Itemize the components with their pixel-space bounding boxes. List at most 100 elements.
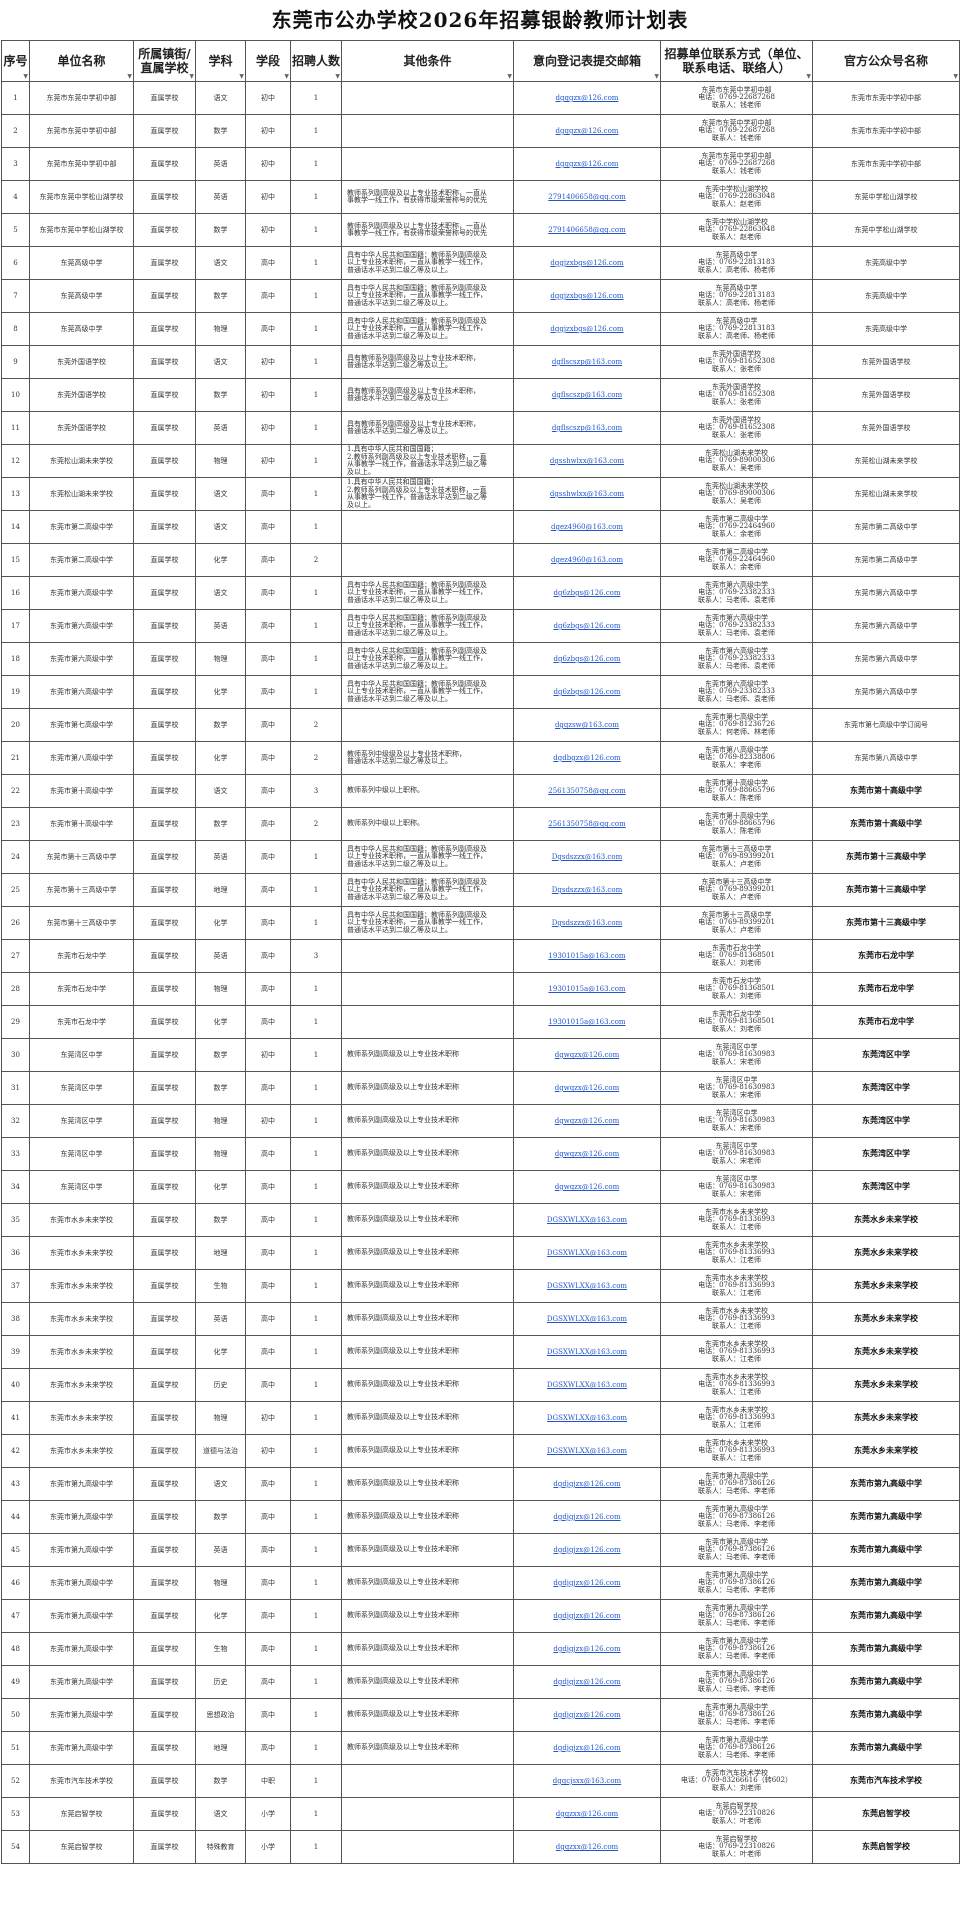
- cell-contact[interactable]: 东莞市水乡未来学校 电话：0769-81336993 联系人：江老师: [660, 1401, 813, 1435]
- cell-belong[interactable]: 直属学校: [133, 1071, 196, 1105]
- cell-num[interactable]: 1: [290, 1137, 342, 1171]
- cell-subject[interactable]: 物理: [195, 1137, 246, 1171]
- cell-num[interactable]: 2: [290, 741, 342, 775]
- cell-num[interactable]: 1: [290, 1533, 342, 1567]
- cell-acct[interactable]: 东莞市东莞中学初中部: [812, 81, 960, 115]
- email-link[interactable]: dgdjgjzx@126.com: [553, 1579, 620, 1587]
- cell-unit[interactable]: 东莞市石龙中学: [29, 939, 134, 973]
- cell-no[interactable]: 1: [1, 81, 30, 115]
- email-link[interactable]: DGSXWLXX@163.com: [547, 1249, 627, 1257]
- cell-cond[interactable]: 教师系列副高级及以上专业技术职称: [341, 1500, 514, 1534]
- cell-belong[interactable]: 直属学校: [133, 1170, 196, 1204]
- email-link[interactable]: Dgsdszzx@163.com: [552, 853, 622, 861]
- cell-no[interactable]: 6: [1, 246, 30, 280]
- cell-num[interactable]: 1: [290, 312, 342, 346]
- cell-no[interactable]: 20: [1, 708, 30, 742]
- cell-no[interactable]: 8: [1, 312, 30, 346]
- cell-contact[interactable]: 东莞市第十高级中学 电话：0769-88665796 联系人：陈老师: [660, 807, 813, 841]
- cell-unit[interactable]: 东莞市第九高级中学: [29, 1698, 134, 1732]
- email-link[interactable]: dgdjgjzx@126.com: [553, 1546, 620, 1554]
- cell-stage[interactable]: 高中: [245, 1302, 291, 1336]
- cell-acct[interactable]: 东莞市东莞中学初中部: [812, 114, 960, 148]
- cell-num[interactable]: 1: [290, 114, 342, 148]
- cell-cond[interactable]: 具有中华人民共和国国籍；教师系列副高级及 以上专业技术职称，一直从事教学一线工作，…: [341, 906, 514, 940]
- email-link[interactable]: dgqgzx@126.com: [556, 160, 619, 168]
- cell-acct[interactable]: 东莞湾区中学: [812, 1071, 960, 1105]
- cell-contact[interactable]: 东莞市第九高级中学 电话：0769-87386126 联系人：马老师、李老师: [660, 1665, 813, 1699]
- cell-cond[interactable]: 具有教师系列副高级及以上专业技术职称， 普通话水平达到二级乙等及以上。: [341, 411, 514, 445]
- cell-num[interactable]: 1: [290, 213, 342, 247]
- cell-contact[interactable]: 东莞松山湖未来学校 电话：0769-89000306 联系人：吴老师: [660, 444, 813, 478]
- cell-subject[interactable]: 数学: [195, 1071, 246, 1105]
- cell-stage[interactable]: 初中: [245, 180, 291, 214]
- cell-belong[interactable]: 直属学校: [133, 939, 196, 973]
- cell-belong[interactable]: 直属学校: [133, 345, 196, 379]
- filter-dropdown-icon[interactable]: ▼: [127, 74, 132, 80]
- cell-cond[interactable]: [341, 939, 514, 973]
- cell-acct[interactable]: 东莞水乡未来学校: [812, 1203, 960, 1237]
- cell-stage[interactable]: 初中: [245, 147, 291, 181]
- cell-num[interactable]: 1: [290, 1038, 342, 1072]
- cell-num[interactable]: 1: [290, 411, 342, 445]
- cell-no[interactable]: 35: [1, 1203, 30, 1237]
- cell-subject[interactable]: 数学: [195, 1500, 246, 1534]
- cell-contact[interactable]: 东莞市水乡未来学校 电话：0769-81336993 联系人：江老师: [660, 1203, 813, 1237]
- cell-no[interactable]: 53: [1, 1797, 30, 1831]
- cell-num[interactable]: 1: [290, 609, 342, 643]
- cell-belong[interactable]: 直属学校: [133, 378, 196, 412]
- cell-cond[interactable]: 教师系列中级以上职称。: [341, 774, 514, 808]
- email-link[interactable]: dgwqzx@126.com: [555, 1051, 619, 1059]
- cell-no[interactable]: 17: [1, 609, 30, 643]
- cell-acct[interactable]: 东莞启智学校: [812, 1830, 960, 1864]
- cell-cond[interactable]: [341, 543, 514, 577]
- col-header-contact[interactable]: 招募单位联系方式（单位、联系电话、联络人） ▼: [660, 40, 813, 82]
- cell-belong[interactable]: 直属学校: [133, 1236, 196, 1270]
- cell-acct[interactable]: 东莞中学松山湖学校: [812, 213, 960, 247]
- cell-belong[interactable]: 直属学校: [133, 840, 196, 874]
- cell-belong[interactable]: 直属学校: [133, 1467, 196, 1501]
- cell-num[interactable]: 1: [290, 1698, 342, 1732]
- col-header-email[interactable]: 意向登记表提交邮箱 ▼: [513, 40, 661, 82]
- cell-stage[interactable]: 高中: [245, 1203, 291, 1237]
- cell-subject[interactable]: 地理: [195, 1236, 246, 1270]
- email-link[interactable]: dgflscszp@163.com: [552, 391, 622, 399]
- cell-cond[interactable]: [341, 147, 514, 181]
- cell-belong[interactable]: 直属学校: [133, 180, 196, 214]
- cell-contact[interactable]: 东莞启智学校 电话：0769-22310826 联系人：叶老师: [660, 1797, 813, 1831]
- cell-contact[interactable]: 东莞市第九高级中学 电话：0769-87386126 联系人：马老师、李老师: [660, 1500, 813, 1534]
- cell-contact[interactable]: 东莞湾区中学 电话：0769-81630983 联系人：宋老师: [660, 1170, 813, 1204]
- cell-subject[interactable]: 物理: [195, 1104, 246, 1138]
- cell-num[interactable]: 1: [290, 246, 342, 280]
- cell-num[interactable]: 1: [290, 477, 342, 511]
- cell-unit[interactable]: 东莞市第六高级中学: [29, 642, 134, 676]
- cell-unit[interactable]: 东莞市第六高级中学: [29, 576, 134, 610]
- cell-no[interactable]: 51: [1, 1731, 30, 1765]
- email-link[interactable]: dgflscszp@163.com: [552, 424, 622, 432]
- cell-no[interactable]: 25: [1, 873, 30, 907]
- cell-acct[interactable]: 东莞启智学校: [812, 1797, 960, 1831]
- email-link[interactable]: dgqzxx@126.com: [556, 1843, 618, 1851]
- cell-no[interactable]: 33: [1, 1137, 30, 1171]
- cell-stage[interactable]: 高中: [245, 1368, 291, 1402]
- cell-belong[interactable]: 直属学校: [133, 906, 196, 940]
- cell-subject[interactable]: 语文: [195, 1467, 246, 1501]
- cell-cond[interactable]: 1.具有中华人民共和国国籍； 2.教师系列副高级及以上专业技术职称，一直 从事教学一…: [341, 477, 514, 511]
- email-link[interactable]: dggjzxbgs@126.com: [550, 292, 623, 300]
- cell-unit[interactable]: 东莞市水乡未来学校: [29, 1335, 134, 1369]
- cell-subject[interactable]: 英语: [195, 609, 246, 643]
- cell-stage[interactable]: 高中: [245, 1005, 291, 1039]
- email-link[interactable]: DGSXWLXX@163.com: [547, 1381, 627, 1389]
- cell-belong[interactable]: 直属学校: [133, 1104, 196, 1138]
- cell-contact[interactable]: 东莞市第二高级中学 电话：0769-22464960 联系人：余老师: [660, 510, 813, 544]
- cell-acct[interactable]: 东莞松山湖未来学校: [812, 477, 960, 511]
- cell-unit[interactable]: 东莞市第十三高级中学: [29, 906, 134, 940]
- cell-belong[interactable]: 直属学校: [133, 1698, 196, 1732]
- cell-acct[interactable]: 东莞市第六高级中学: [812, 609, 960, 643]
- cell-subject[interactable]: 物理: [195, 444, 246, 478]
- cell-no[interactable]: 12: [1, 444, 30, 478]
- email-link[interactable]: dgdjgjzx@126.com: [553, 1744, 620, 1752]
- email-link[interactable]: dgqgzx@126.com: [556, 127, 619, 135]
- cell-acct[interactable]: 东莞市第十三高级中学: [812, 906, 960, 940]
- cell-unit[interactable]: 东莞市第九高级中学: [29, 1500, 134, 1534]
- cell-acct[interactable]: 东莞湾区中学: [812, 1038, 960, 1072]
